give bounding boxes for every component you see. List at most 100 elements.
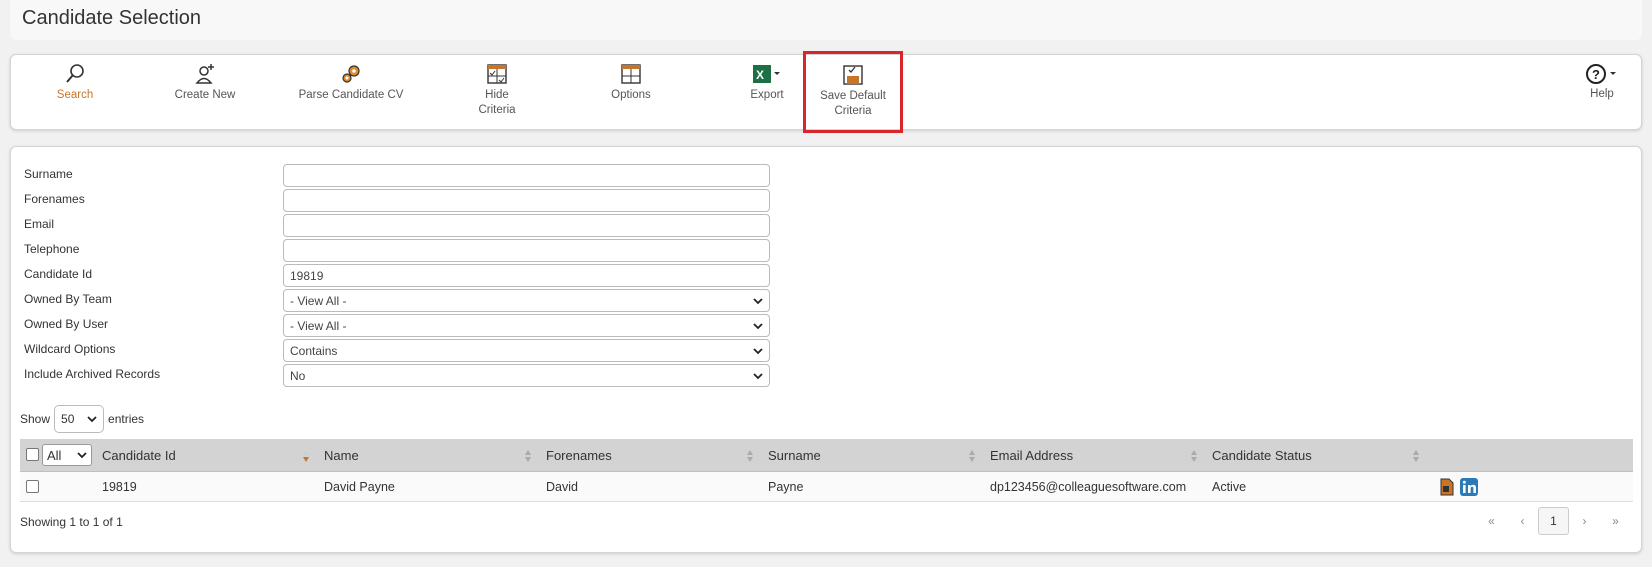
select-filter-dropdown[interactable]: All: [42, 444, 92, 466]
column-header-surname[interactable]: Surname: [768, 439, 821, 472]
excel-icon: X: [753, 65, 780, 83]
hide-criteria-label-1: Hide: [485, 89, 509, 101]
owned-by-user-select[interactable]: - View All -: [283, 314, 770, 337]
chevron-down-icon: [753, 372, 763, 379]
candidate-id-input[interactable]: [283, 264, 770, 287]
include-archived-select[interactable]: No: [283, 364, 770, 387]
options-button[interactable]: Options: [571, 63, 691, 103]
cell-candidate-id: 19819: [102, 480, 137, 494]
chevron-down-icon: [753, 322, 763, 329]
owned-by-team-label: Owned By Team: [24, 292, 112, 306]
page-size-select[interactable]: 50: [54, 405, 105, 433]
gears-icon: [342, 65, 360, 83]
column-label: Name: [324, 448, 359, 463]
sort-icon[interactable]: [968, 449, 976, 463]
row-checkbox[interactable]: [26, 480, 39, 493]
sort-icon[interactable]: [746, 449, 754, 463]
page-size-value: 50: [61, 412, 75, 426]
telephone-row: Telephone: [24, 239, 770, 263]
save-default-criteria-button[interactable]: Save Default Criteria: [803, 51, 903, 133]
page-title: Candidate Selection: [22, 7, 202, 29]
options-label: Options: [611, 89, 651, 101]
cell-email: dp123456@colleaguesoftware.com: [990, 480, 1187, 494]
column-label: Email Address: [990, 448, 1074, 463]
pagination: « ‹ 1 › »: [1476, 507, 1631, 535]
sort-icon[interactable]: [1190, 449, 1198, 463]
search-button[interactable]: Search: [15, 63, 135, 103]
save-disk-icon: [843, 65, 863, 85]
owned-by-team-select[interactable]: - View All -: [283, 289, 770, 312]
prev-page-button[interactable]: ‹: [1507, 507, 1538, 535]
candidate-id-label: Candidate Id: [24, 267, 93, 281]
svg-text:X: X: [756, 68, 764, 82]
linkedin-icon[interactable]: [1460, 478, 1478, 496]
parse-cv-button[interactable]: Parse Candidate CV: [291, 63, 411, 103]
email-input[interactable]: [283, 214, 770, 237]
candidate-id-row: Candidate Id: [24, 264, 770, 288]
cell-surname: Payne: [768, 480, 804, 494]
owned-by-user-value: - View All -: [290, 318, 347, 333]
checklist-icon: [487, 64, 507, 84]
chevron-down-icon: [753, 347, 763, 354]
show-prefix: Show: [20, 412, 51, 426]
next-page-button[interactable]: ›: [1569, 507, 1600, 535]
results-table: All Candidate Id Name Forenames Surname …: [20, 439, 1633, 502]
search-label: Search: [56, 89, 94, 101]
svg-text:?: ?: [1592, 67, 1600, 82]
hide-criteria-button[interactable]: Hide Criteria: [437, 63, 557, 118]
page-1-button[interactable]: 1: [1538, 507, 1569, 535]
save-default-label-1: Save Default: [820, 90, 886, 102]
table-info: Showing 1 to 1 of 1: [20, 515, 123, 529]
column-label: Surname: [768, 448, 821, 463]
export-label: Export: [750, 89, 784, 101]
title-bar: Candidate Selection: [10, 0, 1642, 40]
column-label: Candidate Status: [1212, 448, 1312, 463]
telephone-label: Telephone: [24, 242, 80, 256]
cell-name: David Payne: [324, 480, 395, 494]
cell-status: Active: [1212, 480, 1247, 494]
surname-row: Surname: [24, 164, 770, 188]
telephone-input[interactable]: [283, 239, 770, 262]
surname-label: Surname: [24, 167, 73, 181]
surname-input[interactable]: [283, 164, 770, 187]
owned-by-user-label: Owned By User: [24, 317, 109, 331]
chevron-down-icon: [753, 297, 763, 304]
hide-criteria-label-2: Criteria: [478, 104, 516, 116]
help-button[interactable]: ? Help: [1577, 63, 1627, 100]
search-icon: [66, 64, 84, 83]
column-label: Candidate Id: [102, 448, 176, 463]
owned-by-user-row: Owned By User - View All -: [24, 314, 770, 338]
forenames-input[interactable]: [283, 189, 770, 212]
sort-icon[interactable]: [524, 449, 532, 463]
owned-by-team-value: - View All -: [290, 293, 347, 308]
help-label: Help: [1590, 88, 1614, 100]
column-header-name[interactable]: Name: [324, 439, 359, 472]
column-header-candidate-id[interactable]: Candidate Id: [102, 439, 176, 472]
include-archived-value: No: [290, 368, 306, 383]
owned-by-team-row: Owned By Team - View All -: [24, 289, 770, 313]
first-page-button[interactable]: «: [1476, 507, 1507, 535]
column-header-forenames[interactable]: Forenames: [546, 439, 612, 472]
add-user-icon: [195, 64, 214, 84]
email-row: Email: [24, 214, 770, 238]
include-archived-label: Include Archived Records: [24, 367, 161, 381]
show-suffix: entries: [108, 412, 145, 426]
column-label: Forenames: [546, 448, 612, 463]
sort-icon[interactable]: [1412, 449, 1420, 463]
cv-document-icon[interactable]: [1440, 478, 1454, 496]
column-header-email[interactable]: Email Address: [990, 439, 1073, 472]
wildcard-options-row: Wildcard Options Contains: [24, 339, 770, 363]
help-question-icon: ?: [1586, 64, 1616, 84]
wildcard-options-value: Contains: [290, 343, 338, 358]
column-header-status[interactable]: Candidate Status: [1212, 439, 1312, 472]
show-entries: Show 50 entries: [20, 405, 144, 433]
cell-forenames: David: [546, 480, 578, 494]
forenames-label: Forenames: [24, 192, 85, 206]
table-row[interactable]: 19819 David Payne David Payne dp123456@c…: [20, 472, 1633, 502]
create-new-button[interactable]: Create New: [145, 63, 265, 103]
sort-ascending-icon[interactable]: [302, 449, 310, 463]
select-all-checkbox[interactable]: [26, 448, 39, 461]
wildcard-options-select[interactable]: Contains: [283, 339, 770, 362]
save-default-label-2: Criteria: [834, 105, 872, 117]
last-page-button[interactable]: »: [1600, 507, 1631, 535]
